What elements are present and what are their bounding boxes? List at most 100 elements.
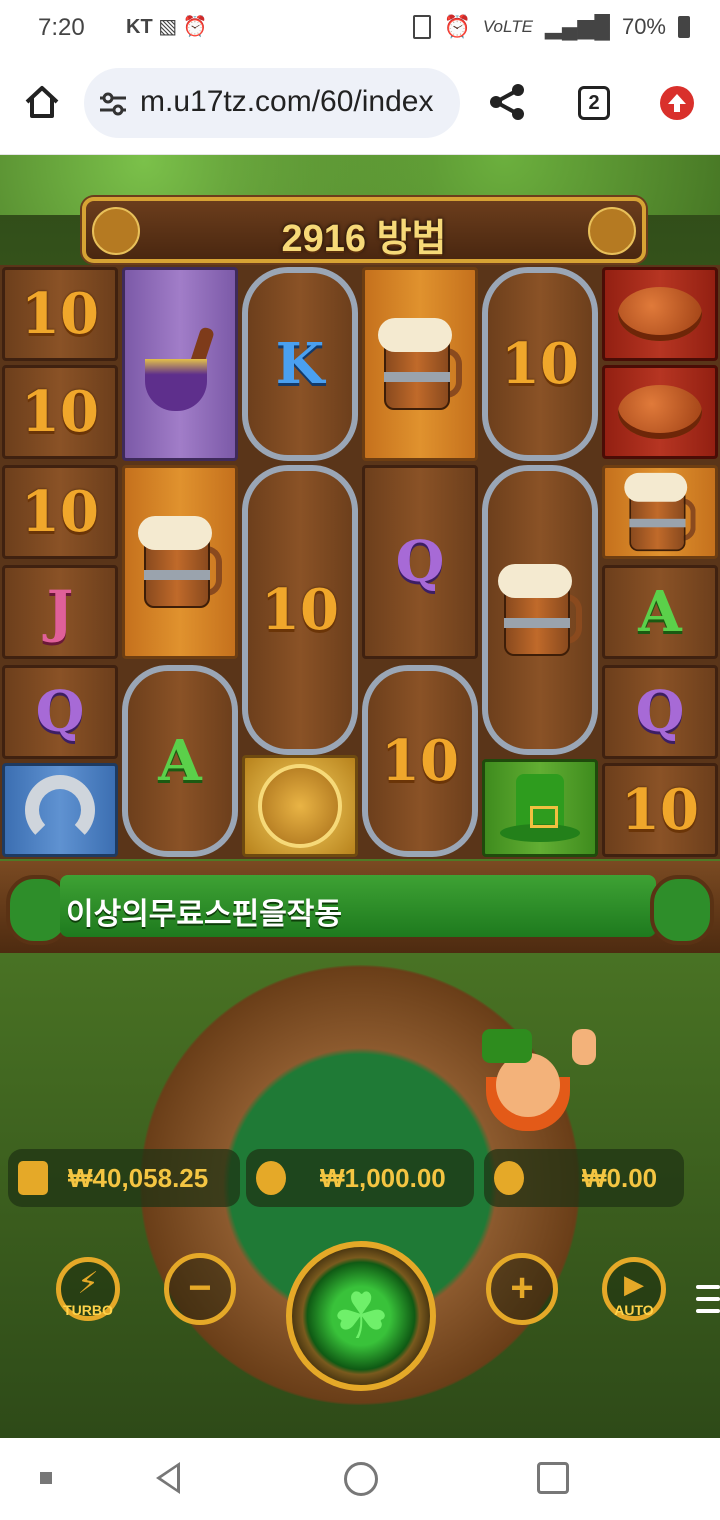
system-nav-bar bbox=[0, 1438, 720, 1520]
symbol-label: 10 bbox=[501, 331, 579, 397]
menu-icon[interactable] bbox=[696, 1285, 720, 1321]
symbol-cell bbox=[362, 267, 478, 461]
beer-mug-icon bbox=[624, 472, 696, 552]
symbol-label: A bbox=[638, 579, 682, 645]
symbol-cell: A bbox=[602, 565, 718, 659]
play-icon: ▶ bbox=[624, 1269, 644, 1299]
status-left-icons: KT ▧ ⏰ bbox=[126, 14, 208, 39]
beer-mug-icon bbox=[138, 516, 222, 608]
symbol-cell bbox=[242, 755, 358, 857]
alarm-icon-right: ⏰ bbox=[443, 14, 471, 39]
reel-3: K 10 bbox=[240, 265, 360, 859]
symbol-cell: A bbox=[122, 665, 238, 857]
symbol-cell: 10 bbox=[2, 465, 118, 559]
beer-mug-icon bbox=[498, 564, 582, 656]
spin-button[interactable]: ☘ bbox=[286, 1241, 436, 1391]
auto-spin-button[interactable]: ▶ AUTO bbox=[602, 1257, 666, 1321]
reel-4: Q 10 bbox=[360, 265, 480, 859]
pipe-icon bbox=[135, 309, 225, 419]
control-bar: ⚡ TURBO − ☘ + ▶ AUTO bbox=[0, 1235, 720, 1391]
heart-ornament-icon bbox=[650, 875, 714, 945]
four-leaf-clover-icon: ☘ bbox=[332, 1280, 390, 1352]
alarm-icon: ⏰ bbox=[182, 16, 208, 38]
symbol-label: 10 bbox=[621, 777, 699, 843]
symbol-cell: 10 bbox=[2, 267, 118, 361]
nav-dot-icon bbox=[40, 1472, 52, 1484]
ways-title: 2916 방법 bbox=[281, 218, 447, 260]
decrease-bet-button[interactable]: − bbox=[164, 1253, 236, 1325]
balance-value: ₩40,058.25 bbox=[68, 1163, 209, 1193]
home-circle-icon[interactable] bbox=[344, 1462, 378, 1496]
info-bar: ₩40,058.25 ₩1,000.00 ₩0.00 bbox=[0, 1149, 720, 1209]
symbol-cell: Q bbox=[602, 665, 718, 759]
status-right: ⏰ VoLTE ▂▄▆█ 70% bbox=[413, 14, 690, 40]
volte-label: VoLTE bbox=[482, 17, 533, 36]
symbol-cell bbox=[2, 763, 118, 857]
bet-value: ₩1,000.00 bbox=[320, 1163, 446, 1193]
symbol-label: Q bbox=[395, 529, 445, 595]
carrier-label: KT bbox=[126, 16, 153, 38]
horseshoe-icon bbox=[25, 775, 95, 845]
battery-percent: 70% bbox=[621, 14, 666, 39]
symbol-cell: 10 bbox=[602, 763, 718, 857]
symbol-label: 10 bbox=[381, 728, 459, 794]
address-bar[interactable]: m.u17tz.com/60/index bbox=[84, 68, 460, 138]
recent-apps-icon[interactable] bbox=[537, 1462, 569, 1494]
symbol-cell bbox=[602, 465, 718, 559]
message-text: 이상의무료스핀을작동 bbox=[66, 898, 342, 931]
home-icon[interactable] bbox=[22, 82, 62, 122]
symbol-cell: 10 bbox=[482, 267, 598, 461]
battery-icon bbox=[678, 16, 690, 38]
beer-mug-icon bbox=[378, 318, 462, 410]
symbol-label: 10 bbox=[21, 479, 99, 545]
symbol-cell bbox=[602, 365, 718, 459]
symbol-cell bbox=[482, 465, 598, 755]
symbol-cell bbox=[122, 465, 238, 659]
lightning-icon: ⚡ bbox=[77, 1267, 99, 1300]
increase-bet-button[interactable]: + bbox=[486, 1253, 558, 1325]
symbol-cell: 10 bbox=[242, 465, 358, 755]
clover-icon bbox=[588, 207, 636, 255]
share-icon[interactable] bbox=[488, 82, 528, 122]
ways-banner: 2916 방법 bbox=[82, 197, 646, 263]
turbo-button[interactable]: ⚡ TURBO bbox=[56, 1257, 120, 1321]
symbol-cell bbox=[602, 267, 718, 361]
message-panel: 이상의무료스핀을작동 bbox=[60, 875, 656, 937]
symbol-cell: Q bbox=[2, 665, 118, 759]
browser-toolbar: m.u17tz.com/60/index 2 bbox=[0, 58, 720, 155]
coins-icon bbox=[256, 1161, 286, 1195]
symbol-cell bbox=[122, 267, 238, 461]
back-icon[interactable] bbox=[156, 1462, 180, 1494]
symbol-label: K bbox=[275, 331, 325, 397]
symbol-label: Q bbox=[635, 679, 685, 745]
symbol-label: Q bbox=[35, 679, 85, 745]
game-canvas[interactable]: 2916 방법 10 10 10 J Q A K 10 Q 10 10 A Q … bbox=[0, 155, 720, 1438]
symbol-cell: 10 bbox=[362, 665, 478, 857]
tab-switcher-button[interactable]: 2 bbox=[578, 86, 610, 120]
status-time: 7:20 bbox=[38, 14, 85, 41]
symbol-label: 10 bbox=[261, 577, 339, 643]
signal-icon: ▂▄▆█ bbox=[544, 14, 610, 39]
symbol-cell: 10 bbox=[2, 365, 118, 459]
site-settings-icon[interactable] bbox=[98, 92, 128, 116]
bread-icon bbox=[618, 287, 702, 341]
reel-1: 10 10 10 J Q bbox=[0, 265, 120, 859]
treasure-chest-icon bbox=[258, 764, 342, 848]
symbol-label: 10 bbox=[21, 379, 99, 445]
minus-icon: − bbox=[188, 1266, 212, 1310]
plus-icon: + bbox=[510, 1266, 534, 1310]
reel-5: 10 bbox=[480, 265, 600, 859]
reel-6: A Q 10 bbox=[600, 265, 720, 859]
bread-icon bbox=[618, 385, 702, 439]
balance-display[interactable]: ₩40,058.25 bbox=[8, 1149, 240, 1207]
symbol-cell: J bbox=[2, 565, 118, 659]
vibrate-icon bbox=[413, 15, 432, 39]
symbol-label: 10 bbox=[21, 281, 99, 347]
turbo-label: TURBO bbox=[63, 1302, 113, 1318]
bet-display[interactable]: ₩1,000.00 bbox=[246, 1149, 474, 1207]
url-text: m.u17tz.com/60/index bbox=[140, 85, 434, 118]
reel-2: A bbox=[120, 265, 240, 859]
win-display: ₩0.00 bbox=[484, 1149, 684, 1207]
update-icon[interactable] bbox=[660, 86, 694, 120]
symbol-cell bbox=[482, 759, 598, 857]
